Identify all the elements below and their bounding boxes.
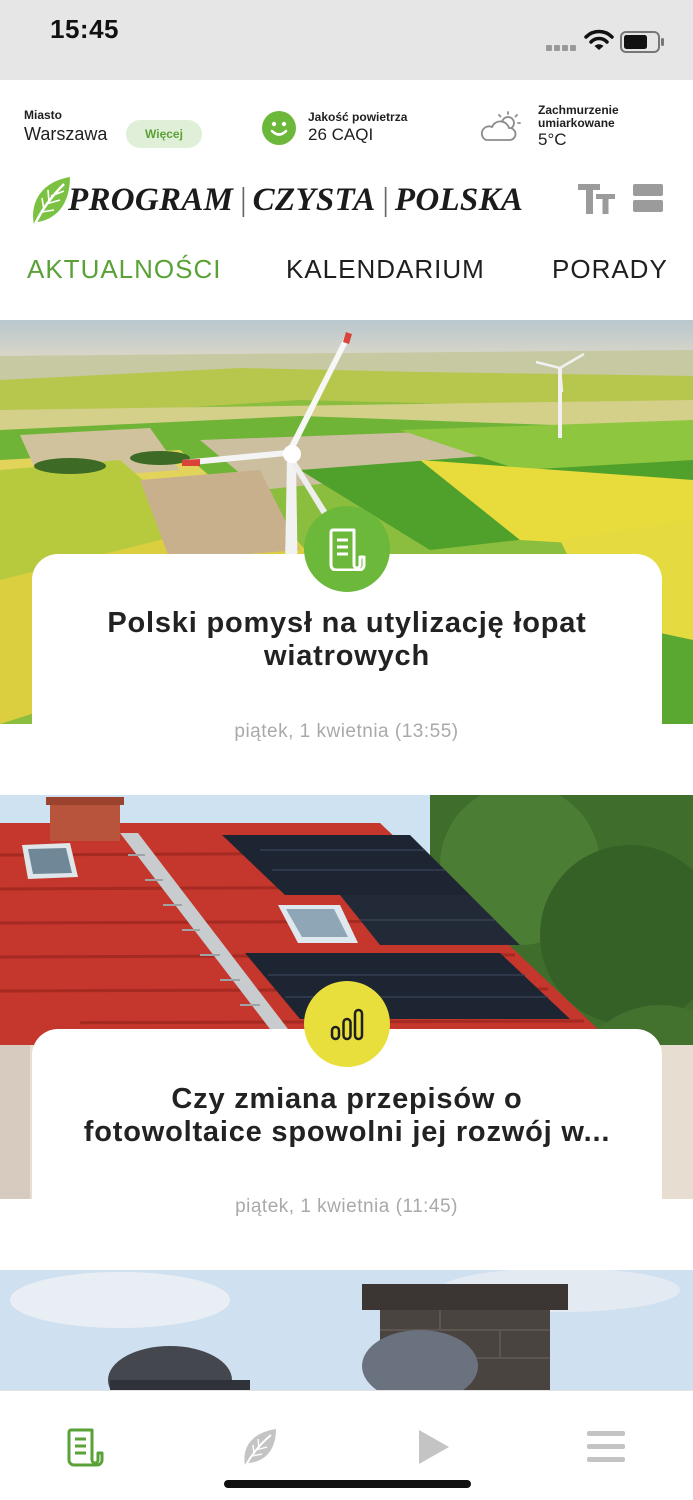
leaf-icon[interactable] [240,1427,280,1467]
tab-kalendarium[interactable]: KALENDARIUM [286,254,485,285]
wifi-icon [584,29,614,50]
header: PROGRAM | CZYSTA | POLSKA [0,170,693,235]
battery-icon [620,31,664,53]
tab-porady[interactable]: PORADY [552,254,668,285]
article-image-chimney[interactable] [0,1270,693,1390]
logo-separator: | [238,182,248,218]
category-tabs: AKTUALNOŚCI KALENDARIUM PORADY [0,248,693,296]
article-type-badge [304,506,390,592]
article-icon [329,528,366,571]
info-row: Miasto Warszawa Więcej Jakość powietrza … [0,80,693,170]
tab-aktualnosci[interactable]: AKTUALNOŚCI [27,254,222,285]
logo-word-polska: POLSKA [394,182,524,218]
article-title-line2: wiatrowych [264,640,430,672]
home-indicator [224,1480,471,1488]
air-quality-label: Jakość powietrza [308,110,408,124]
play-icon[interactable] [416,1427,452,1467]
logo-word-program: PROGRAM [68,182,234,218]
status-time: 15:45 [50,14,119,44]
cellular-signal-icon [546,45,576,51]
temperature: 5°C [538,130,567,149]
more-button[interactable]: Więcej [126,120,202,148]
city-info: Miasto Warszawa [24,108,107,145]
article-title[interactable]: Polski pomysł na utylizację łopat wiatro… [32,607,662,673]
layout-toggle-icon[interactable] [632,182,664,214]
logo-separator: | [380,182,390,218]
brand-logo: PROGRAM | CZYSTA | POLSKA [68,182,523,219]
font-size-icon[interactable] [577,182,617,216]
article-title-line2: fotowoltaice spowolni jej rozwój w... [83,1116,611,1148]
logo-word-czysta: CZYSTA [252,182,376,218]
weather-label-line2: umiarkowane [538,116,615,130]
news-icon[interactable] [66,1427,106,1467]
article-date: piątek, 1 kwietnia (13:55) [234,721,459,742]
article-date: piątek, 1 kwietnia (11:45) [235,1196,458,1217]
article-title-line1: Polski pomysł na utylizację łopat [107,607,587,639]
bar-chart-icon [330,1008,364,1041]
article-title[interactable]: Czy zmiana przepisów o fotowoltaice spow… [32,1083,662,1149]
menu-icon[interactable] [586,1427,626,1467]
partly-cloudy-icon [480,111,521,141]
city-label: Miasto [24,108,63,122]
article-title-line1: Czy zmiana przepisów o [171,1083,523,1115]
city-name: Warszawa [24,124,108,144]
status-bar: 15:45 [0,0,693,80]
article-type-badge [304,981,390,1067]
smiley-icon [262,111,296,145]
air-quality-value: 26 CAQI [308,125,374,144]
